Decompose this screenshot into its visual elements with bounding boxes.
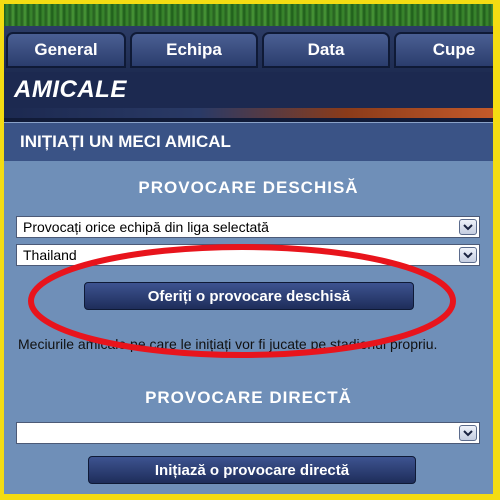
chevron-down-icon[interactable] — [459, 247, 477, 263]
subheading-bar: INIȚIAȚI UN MECI AMICAL — [4, 122, 493, 161]
tab-cupe[interactable]: Cupe — [394, 32, 493, 68]
start-direct-challenge-button[interactable]: Inițiază o provocare directă — [88, 456, 416, 484]
main-nav: General Echipa Data Cupe — [4, 26, 493, 72]
challenge-type-select[interactable]: Provocați orice echipă din liga selectat… — [16, 216, 480, 238]
tab-echipa[interactable]: Echipa — [130, 32, 258, 68]
country-select[interactable]: Thailand — [16, 244, 480, 266]
tab-data[interactable]: Data — [262, 32, 390, 68]
direct-challenge-heading: PROVOCARE DIRECTĂ — [145, 388, 352, 407]
friendly-stadium-note: Meciurile amicale pe care le inițiați vo… — [18, 336, 438, 352]
tab-general[interactable]: General — [6, 32, 126, 68]
country-value: Thailand — [23, 247, 77, 263]
subheading: INIȚIAȚI UN MECI AMICAL — [20, 132, 231, 151]
grass-banner — [4, 4, 493, 26]
direct-challenge-select[interactable] — [16, 422, 480, 444]
chevron-down-icon[interactable] — [459, 425, 477, 441]
chevron-down-icon[interactable] — [459, 219, 477, 235]
offer-open-challenge-button[interactable]: Oferiți o provocare deschisă — [84, 282, 414, 310]
header-accent-stripe — [4, 108, 493, 122]
friendlies-panel: General Echipa Data Cupe AMICALE INIȚIAȚ… — [4, 4, 493, 494]
page-title: AMICALE — [14, 76, 127, 103]
section-header: AMICALE — [4, 72, 493, 108]
open-challenge-heading: PROVOCARE DESCHISĂ — [138, 178, 359, 197]
challenge-type-value: Provocați orice echipă din liga selectat… — [23, 219, 269, 235]
